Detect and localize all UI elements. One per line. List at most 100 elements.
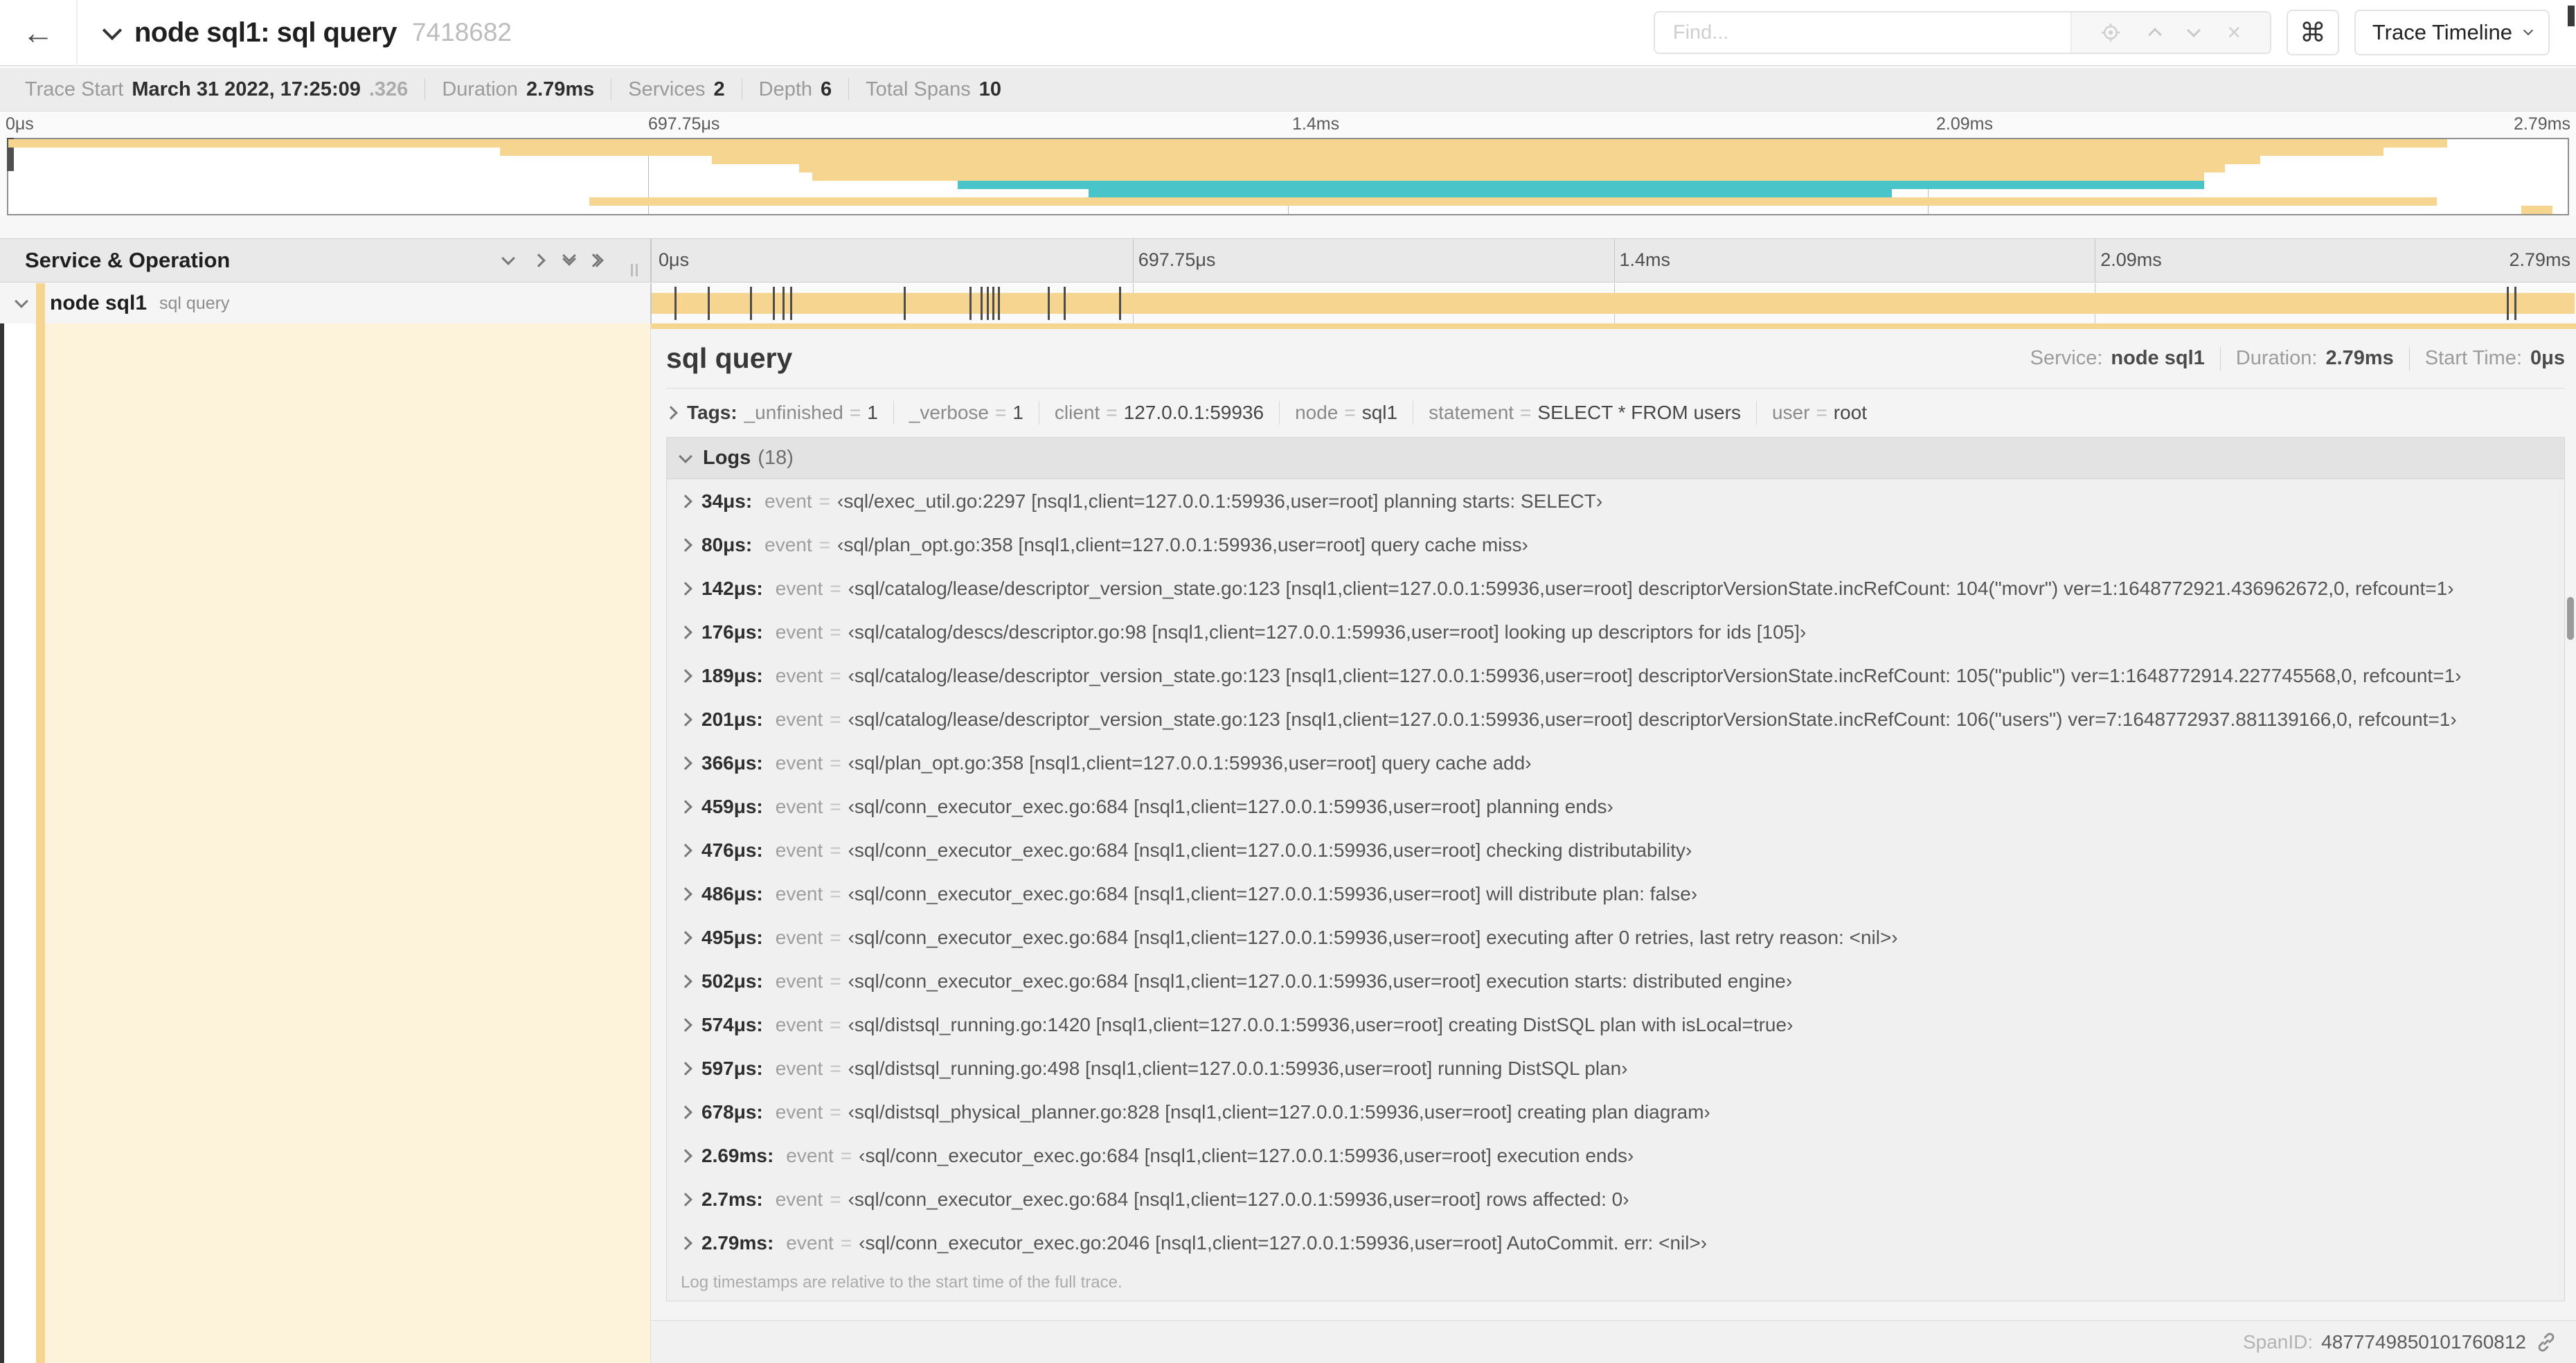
next-match-icon[interactable] xyxy=(2186,24,2201,37)
trace-title-toggle[interactable]: node sql1: sql query 7418682 xyxy=(102,17,512,48)
scrollbar-thumb[interactable] xyxy=(2567,597,2574,640)
locate-icon[interactable] xyxy=(2100,22,2121,43)
log-marker-tick[interactable] xyxy=(674,287,677,320)
scrollbar-thumb[interactable] xyxy=(2568,6,2575,26)
back-button[interactable]: ← xyxy=(0,0,78,66)
log-field-value: ‹sql/catalog/lease/descriptor_version_st… xyxy=(848,664,2462,686)
log-row[interactable]: 142μs: event = ‹sql/catalog/lease/descripto… xyxy=(667,567,2564,610)
tag-equals: = xyxy=(1106,402,1118,423)
log-marker-tick[interactable] xyxy=(1063,287,1066,320)
log-marker-tick[interactable] xyxy=(790,287,793,320)
log-timestamp: 574μs: xyxy=(701,1013,763,1035)
log-row[interactable]: 459μs: event = ‹sql/conn_executor_exec.go:6… xyxy=(667,785,2564,828)
expand-all-icon[interactable] xyxy=(587,253,604,267)
log-marker-tick[interactable] xyxy=(969,287,972,320)
log-marker-tick[interactable] xyxy=(1119,287,1122,320)
stat-label: Total Spans xyxy=(866,78,971,100)
log-equals: = xyxy=(830,577,841,599)
log-row[interactable]: 2.69ms: event = ‹sql/conn_executor_exec.go:… xyxy=(667,1134,2564,1177)
expand-one-icon[interactable] xyxy=(532,253,546,267)
log-row[interactable]: 34μs: event = ‹sql/exec_util.go:2297 [nsql1… xyxy=(667,479,2564,523)
tag-equals: = xyxy=(1816,402,1827,423)
log-row[interactable]: 486μs: event = ‹sql/conn_executor_exec.go:6… xyxy=(667,872,2564,916)
span-row[interactable]: node sql1 sql query xyxy=(0,283,2576,323)
log-row[interactable]: 678μs: event = ‹sql/distsql_physical_planne… xyxy=(667,1090,2564,1134)
ruler-tick-label: 0μs xyxy=(659,249,690,270)
tag-key: user xyxy=(1771,402,1810,423)
log-row[interactable]: 502μs: event = ‹sql/conn_executor_exec.go:6… xyxy=(667,959,2564,1003)
span-service-name: node sql1 xyxy=(50,292,147,314)
find-input[interactable] xyxy=(1654,12,2070,53)
log-row[interactable]: 80μs: event = ‹sql/plan_opt.go:358 [nsql1,c… xyxy=(667,523,2564,567)
log-row[interactable]: 2.7ms: event = ‹sql/conn_executor_exec.go:6… xyxy=(667,1177,2564,1221)
log-row[interactable]: 201μs: event = ‹sql/catalog/lease/descripto… xyxy=(667,697,2564,741)
log-equals: = xyxy=(830,839,841,861)
log-row[interactable]: 2.79ms: event = ‹sql/conn_executor_exec.go:… xyxy=(667,1221,2564,1265)
log-marker-tick[interactable] xyxy=(1048,287,1050,320)
log-marker-tick[interactable] xyxy=(981,287,983,320)
span-duration-bar[interactable] xyxy=(652,293,2575,314)
log-row[interactable]: 476μs: event = ‹sql/conn_executor_exec.go:6… xyxy=(667,828,2564,872)
tags-row[interactable]: Tags: _unfinished = 1 _verbose = 1 client = 127.… xyxy=(664,389,2565,437)
stat-label: Depth xyxy=(758,78,813,100)
minimap-canvas[interactable] xyxy=(7,138,2569,215)
log-row[interactable]: 597μs: event = ‹sql/distsql_running.go:498 … xyxy=(667,1046,2564,1090)
stat-item: Total Spans 10 xyxy=(866,78,1001,101)
prev-match-icon[interactable] xyxy=(2148,28,2163,42)
log-marker-tick[interactable] xyxy=(749,287,752,320)
stat-label: Trace Start xyxy=(25,78,124,100)
chevron-right-icon xyxy=(679,537,692,552)
keyboard-shortcuts-button[interactable]: ⌘ xyxy=(2286,10,2339,55)
log-field-key: event xyxy=(775,795,823,817)
log-field-value: ‹sql/exec_util.go:2297 [nsql1,client=127… xyxy=(837,490,1603,512)
log-equals: = xyxy=(830,882,841,905)
logs-header[interactable]: Logs (18) xyxy=(667,438,2564,479)
page-title: node sql1: sql query xyxy=(134,17,397,48)
log-marker-tick[interactable] xyxy=(782,287,785,320)
log-marker-tick[interactable] xyxy=(992,287,994,320)
view-selector-button[interactable]: Trace Timeline xyxy=(2354,10,2550,55)
log-field-key: event xyxy=(775,839,823,861)
chevron-right-icon xyxy=(679,1192,692,1206)
log-row[interactable]: 366μs: event = ‹sql/plan_opt.go:358 [nsql1,… xyxy=(667,741,2564,785)
stat-item: Services 2 xyxy=(628,78,724,101)
log-marker-tick[interactable] xyxy=(707,287,710,320)
log-field-key: event xyxy=(775,1057,823,1079)
link-icon[interactable] xyxy=(2534,1330,2558,1354)
collapse-all-icon[interactable] xyxy=(562,249,576,266)
meta-separator xyxy=(2219,346,2221,371)
log-row[interactable]: 574μs: event = ‹sql/distsql_running.go:1420… xyxy=(667,1003,2564,1046)
log-marker-tick[interactable] xyxy=(998,287,1001,320)
log-marker-tick[interactable] xyxy=(773,287,776,320)
column-resizer-grip[interactable] xyxy=(631,264,638,276)
log-marker-tick[interactable] xyxy=(904,287,906,320)
timeline-minimap[interactable]: 0μs 697.75μs 1.4ms 2.09ms 2.79ms xyxy=(0,112,2576,215)
log-row[interactable]: 189μs: event = ‹sql/catalog/lease/descripto… xyxy=(667,654,2564,697)
span-collapse-icon[interactable] xyxy=(15,294,28,308)
log-field-value: ‹sql/plan_opt.go:358 [nsql1,client=127.0… xyxy=(837,533,1528,555)
tags-label: Tags: xyxy=(687,402,737,423)
clear-icon[interactable]: × xyxy=(2227,21,2241,44)
log-field-value: ‹sql/plan_opt.go:358 [nsql1,client=127.0… xyxy=(848,751,1532,774)
meta-value: 0μs xyxy=(2530,347,2565,369)
span-detail-panel: sql query Service: node sql1 Duration: 2.79… xyxy=(650,323,2576,1363)
log-equals: = xyxy=(830,751,841,774)
chevron-right-icon xyxy=(679,1017,692,1032)
meta-label: Duration: xyxy=(2235,347,2318,369)
collapse-one-icon[interactable] xyxy=(501,251,515,265)
span-row-timeline[interactable] xyxy=(650,283,2576,323)
log-row[interactable]: 495μs: event = ‹sql/conn_executor_exec.go:6… xyxy=(667,916,2564,959)
chevron-right-icon xyxy=(679,930,692,945)
log-timestamp: 2.69ms: xyxy=(701,1144,774,1166)
log-row[interactable]: 176μs: event = ‹sql/catalog/descs/descripto… xyxy=(667,610,2564,654)
log-timestamp: 495μs: xyxy=(701,926,763,948)
span-row-name-column[interactable]: node sql1 sql query xyxy=(0,283,650,323)
tag-separator xyxy=(1279,401,1280,425)
log-marker-tick[interactable] xyxy=(986,287,989,320)
logs-block: Logs (18) 34μs: event = ‹sql/exec_util.go:2… xyxy=(666,437,2565,1301)
log-marker-tick[interactable] xyxy=(2514,287,2517,320)
minimap-span-bar xyxy=(589,197,2438,206)
chevron-right-icon xyxy=(679,974,692,988)
tag-separator xyxy=(893,401,894,425)
log-marker-tick[interactable] xyxy=(2506,287,2509,320)
